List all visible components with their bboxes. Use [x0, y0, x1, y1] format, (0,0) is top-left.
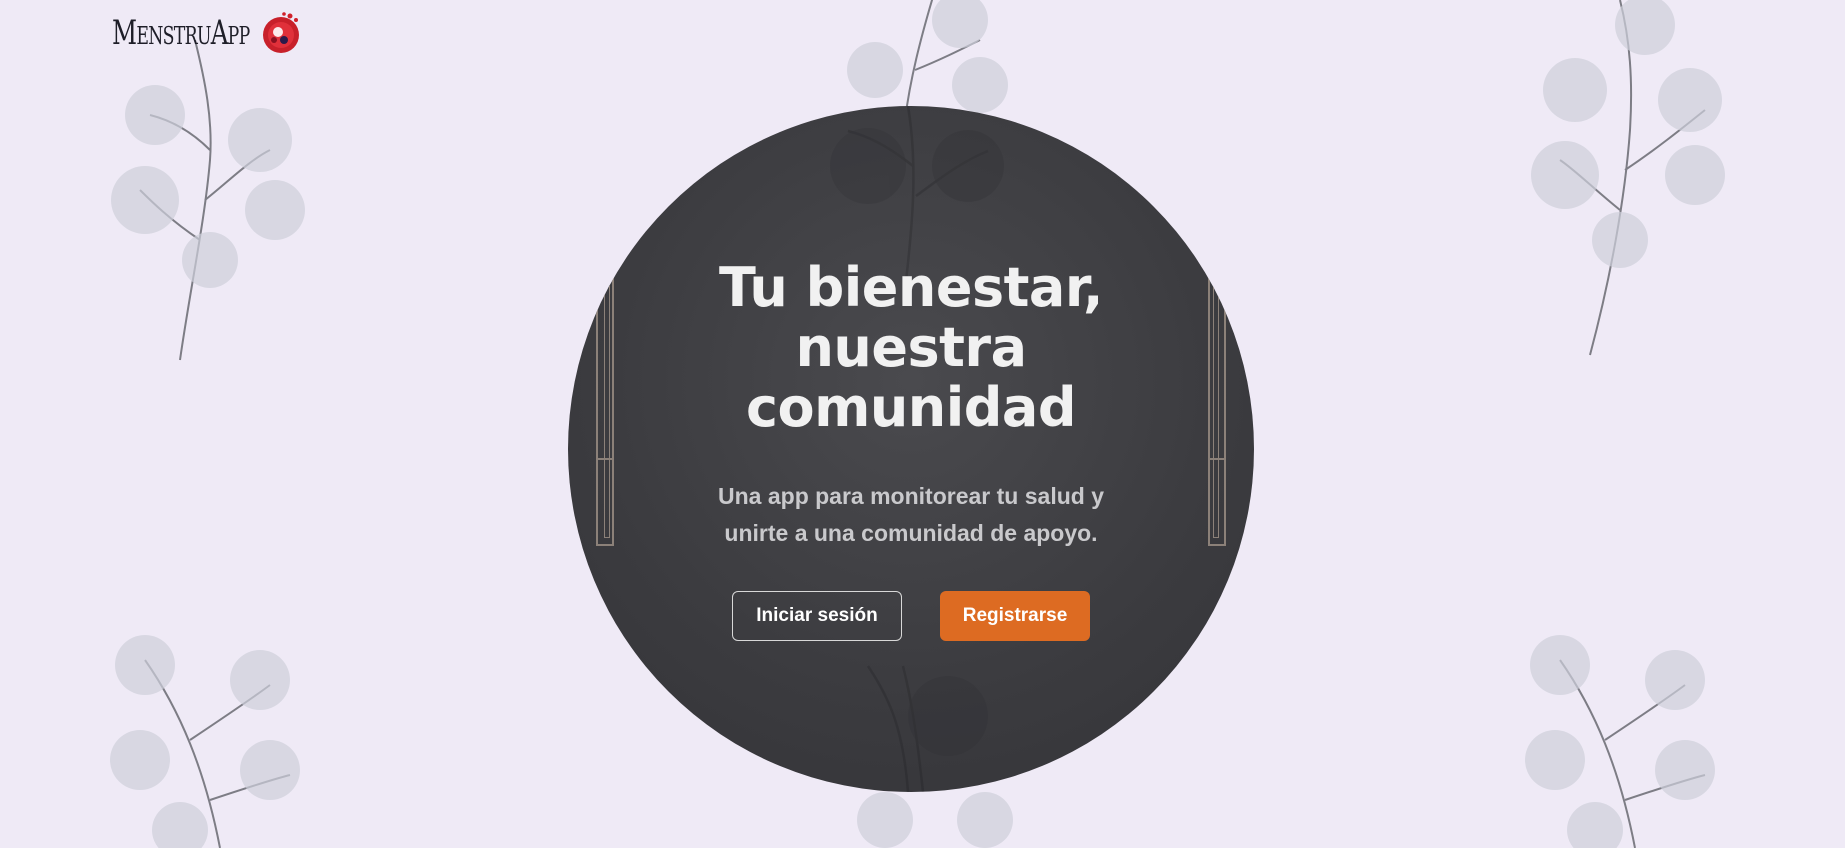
decorative-frame — [1208, 458, 1226, 460]
red-blood-drop-icon — [263, 12, 299, 53]
eucalyptus-branch-decoration — [110, 630, 310, 848]
app-logo-text: MenstruApp — [112, 13, 250, 53]
hero-title-line: Tu bienestar, — [718, 256, 1104, 319]
hero-circle: Tu bienestar, nuestra comunidad Una app … — [568, 106, 1254, 792]
eucalyptus-branch-decoration — [110, 40, 320, 370]
eucalyptus-branch-decoration — [840, 0, 1020, 120]
hero-background-texture — [830, 106, 1004, 792]
hero-title-line: nuestra — [795, 316, 1027, 379]
hero-subtitle: Una app para monitorear tu salud y unirt… — [568, 478, 1254, 552]
landing-page: MenstruApp Tu bienestar, nuestra comunid… — [0, 0, 1845, 848]
eucalyptus-branch-decoration — [1530, 0, 1730, 360]
hero-title-line: comunidad — [745, 376, 1077, 439]
eucalyptus-branch-decoration — [1525, 630, 1725, 848]
hero-title: Tu bienestar, nuestra comunidad — [568, 258, 1254, 438]
app-logo[interactable]: MenstruApp — [112, 10, 304, 56]
hero-subtitle-line: Una app para monitorear tu salud y — [718, 483, 1104, 509]
login-button[interactable]: Iniciar sesión — [732, 591, 902, 641]
register-button[interactable]: Registrarse — [940, 591, 1090, 641]
hero-subtitle-line: unirte a una comunidad de apoyo. — [724, 520, 1098, 546]
decorative-frame — [596, 458, 614, 460]
